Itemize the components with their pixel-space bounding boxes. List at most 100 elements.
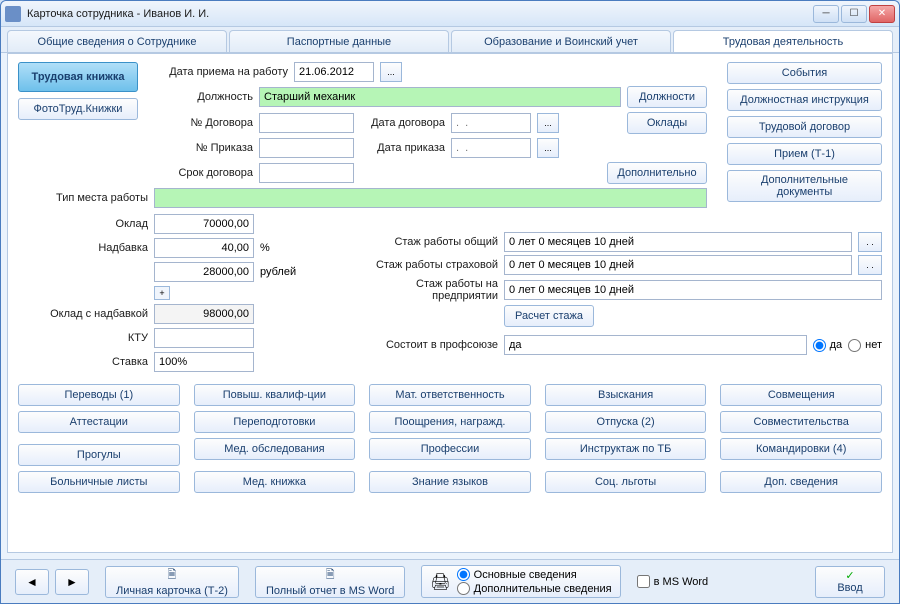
rub-label: рублей bbox=[260, 266, 296, 278]
prev-button[interactable]: ◄ bbox=[15, 569, 49, 595]
union-input[interactable] bbox=[504, 335, 807, 355]
pct-label: % bbox=[260, 242, 270, 254]
contractno-input[interactable] bbox=[259, 113, 354, 133]
app-window: Карточка сотрудника - Иванов И. И. ─ ☐ ✕… bbox=[0, 0, 900, 604]
salary-label: Оклад bbox=[18, 218, 148, 230]
ktu-input[interactable] bbox=[154, 328, 254, 348]
enter-button[interactable]: ✓Ввод bbox=[815, 566, 885, 598]
titlebar: Карточка сотрудника - Иванов И. И. ─ ☐ ✕ bbox=[1, 1, 899, 27]
contractterm-label: Срок договора bbox=[158, 167, 253, 179]
salarytotal-input bbox=[154, 304, 254, 324]
grid-button-3[interactable]: Взыскания bbox=[545, 384, 707, 406]
adddocs-button[interactable]: Дополнительные документы bbox=[727, 170, 882, 202]
grid-button-11[interactable]: Мед. обследования bbox=[194, 438, 356, 460]
grid-button-19[interactable]: Доп. сведения bbox=[720, 471, 882, 493]
tab-education[interactable]: Образование и Воинский учет bbox=[451, 30, 671, 52]
salarytotal-label: Оклад с надбавкой bbox=[18, 308, 148, 320]
grid-button-15[interactable]: Больничные листы bbox=[18, 471, 180, 493]
full-report-button[interactable]: 🗎Полный отчет в MS Word bbox=[255, 566, 405, 598]
grid-button-17[interactable]: Знание языков bbox=[369, 471, 531, 493]
contractno-label: № Договора bbox=[158, 117, 253, 129]
bonus-rub-input[interactable] bbox=[154, 262, 254, 282]
grid-button-14[interactable]: Командировки (4) bbox=[720, 438, 882, 460]
position-label: Должность bbox=[158, 91, 253, 103]
ktu-label: КТУ bbox=[18, 332, 148, 344]
tab-passport[interactable]: Паспортные данные bbox=[229, 30, 449, 52]
printer-icon[interactable]: 🖨 bbox=[430, 572, 450, 592]
additional-button[interactable]: Дополнительно bbox=[607, 162, 707, 184]
workbook-button[interactable]: Трудовая книжка bbox=[18, 62, 138, 92]
grid-button-12[interactable]: Профессии bbox=[369, 438, 531, 460]
union-no-radio[interactable]: нет bbox=[848, 339, 882, 352]
orderno-input[interactable] bbox=[259, 138, 354, 158]
bottom-bar: ◄ ► 🗎Личная карточка (Т-2) 🗎Полный отчет… bbox=[1, 559, 899, 603]
hire-button[interactable]: Прием (Т-1) bbox=[727, 143, 882, 165]
content-area: Трудовая книжка ФотоТруд.Книжки События … bbox=[7, 53, 893, 553]
positions-button[interactable]: Должности bbox=[627, 86, 707, 108]
contractterm-input[interactable] bbox=[259, 163, 354, 183]
contractdate-browse[interactable]: ... bbox=[537, 113, 559, 133]
grid-button-5[interactable]: Аттестации bbox=[18, 411, 180, 433]
stazh-ins-input[interactable] bbox=[504, 255, 852, 275]
t2-button[interactable]: 🗎Личная карточка (Т-2) bbox=[105, 566, 239, 598]
grid-button-16[interactable]: Мед. книжка bbox=[194, 471, 356, 493]
document-icon: 🗎 bbox=[168, 566, 177, 585]
next-button[interactable]: ► bbox=[55, 569, 89, 595]
stazh-total-input[interactable] bbox=[504, 232, 852, 252]
grid-button-0[interactable]: Переводы (1) bbox=[18, 384, 180, 406]
events-button[interactable]: События bbox=[727, 62, 882, 84]
app-icon bbox=[5, 6, 21, 22]
stazh-total-label: Стаж работы общий bbox=[348, 236, 498, 248]
position-input[interactable] bbox=[259, 87, 621, 107]
contractdate-input[interactable] bbox=[451, 113, 531, 133]
worktype-label: Тип места работы bbox=[18, 192, 148, 204]
workbook-photo-button[interactable]: ФотоТруд.Книжки bbox=[18, 98, 138, 120]
salary-input[interactable] bbox=[154, 214, 254, 234]
salaries-button[interactable]: Оклады bbox=[627, 112, 707, 134]
grid-button-7[interactable]: Поощрения, награжд. bbox=[369, 411, 531, 433]
calc-stazh-button[interactable]: Расчет стажа bbox=[504, 305, 594, 327]
bonus-pct-input[interactable] bbox=[154, 238, 254, 258]
grid-button-13[interactable]: Инструктаж по ТБ bbox=[545, 438, 707, 460]
grid-button-6[interactable]: Переподготовки bbox=[194, 411, 356, 433]
tab-general[interactable]: Общие сведения о Сотруднике bbox=[7, 30, 227, 52]
window-title: Карточка сотрудника - Иванов И. И. bbox=[27, 8, 813, 20]
worktype-input[interactable] bbox=[154, 188, 707, 208]
hiredate-label: Дата приема на работу bbox=[158, 66, 288, 78]
grid-button-4[interactable]: Совмещения bbox=[720, 384, 882, 406]
print-add-radio[interactable]: Дополнительные сведения bbox=[457, 582, 612, 595]
grid-button-9[interactable]: Совместительства bbox=[720, 411, 882, 433]
print-basic-radio[interactable]: Основные сведения bbox=[457, 568, 612, 581]
grid-button-8[interactable]: Отпуска (2) bbox=[545, 411, 707, 433]
main-tabs: Общие сведения о Сотруднике Паспортные д… bbox=[1, 27, 899, 53]
minimize-button[interactable]: ─ bbox=[813, 5, 839, 23]
check-icon: ✓ bbox=[845, 569, 854, 582]
bonus-label: Надбавка bbox=[18, 242, 148, 254]
contract-button[interactable]: Трудовой договор bbox=[727, 116, 882, 138]
hiredate-browse[interactable]: ... bbox=[380, 62, 402, 82]
rate-input[interactable] bbox=[154, 352, 254, 372]
orderdate-label: Дата приказа bbox=[360, 142, 445, 154]
jobdesc-button[interactable]: Должностная инструкция bbox=[727, 89, 882, 111]
maximize-button[interactable]: ☐ bbox=[841, 5, 867, 23]
grid-button-18[interactable]: Соц. льготы bbox=[545, 471, 707, 493]
hiredate-input[interactable] bbox=[294, 62, 374, 82]
document-icon: 🗎 bbox=[326, 566, 335, 585]
grid-button-2[interactable]: Мат. ответственность bbox=[369, 384, 531, 406]
msword-checkbox[interactable]: в MS Word bbox=[637, 575, 709, 588]
union-label: Состоит в профсоюзе bbox=[348, 339, 498, 351]
contractdate-label: Дата договора bbox=[360, 117, 445, 129]
grid-button-1[interactable]: Повыш. квалиф-ции bbox=[194, 384, 356, 406]
union-yes-radio[interactable]: да bbox=[813, 339, 843, 352]
orderno-label: № Приказа bbox=[158, 142, 253, 154]
tab-work[interactable]: Трудовая деятельность bbox=[673, 30, 893, 52]
stazh-ins-browse[interactable]: . . bbox=[858, 255, 882, 275]
close-button[interactable]: ✕ bbox=[869, 5, 895, 23]
orderdate-input[interactable] bbox=[451, 138, 531, 158]
add-bonus-button[interactable]: + bbox=[154, 286, 170, 300]
orderdate-browse[interactable]: ... bbox=[537, 138, 559, 158]
stazh-total-browse[interactable]: . . bbox=[858, 232, 882, 252]
rate-label: Ставка bbox=[18, 356, 148, 368]
grid-button-10[interactable]: Прогулы bbox=[18, 444, 180, 466]
stazh-ent-input[interactable] bbox=[504, 280, 882, 300]
